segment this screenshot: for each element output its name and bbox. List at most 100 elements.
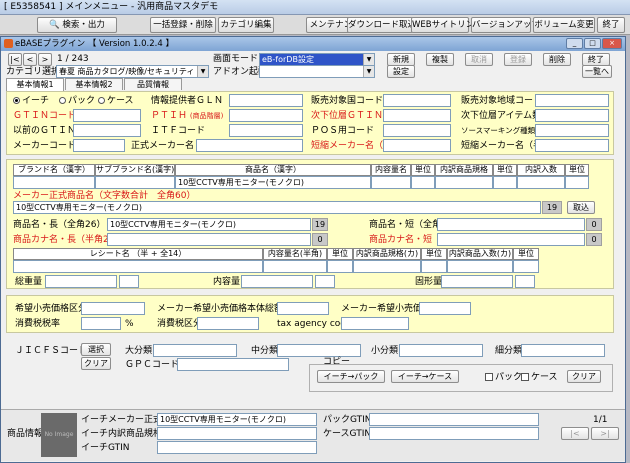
major-class-field[interactable] bbox=[153, 344, 237, 357]
content-weight-field[interactable] bbox=[241, 275, 313, 288]
receipt-name-field[interactable] bbox=[13, 260, 263, 273]
prev-record-button[interactable]: < bbox=[23, 53, 37, 66]
each-to-case-button[interactable]: イーチ→ケース bbox=[391, 370, 459, 383]
pos-code-field[interactable] bbox=[383, 124, 451, 137]
jicfs-select-button[interactable]: 選択 bbox=[81, 343, 111, 356]
register-button[interactable]: 登録 bbox=[504, 53, 532, 66]
itf-code-field[interactable] bbox=[229, 124, 303, 137]
retail-class-field[interactable] bbox=[81, 302, 145, 315]
maker-official-field[interactable] bbox=[196, 139, 303, 152]
category-edit-button[interactable]: カテゴリ編集 bbox=[218, 17, 274, 33]
radio-pack[interactable]: パック bbox=[59, 97, 95, 106]
pos-code-label: ＰＯＳ用コード bbox=[311, 126, 375, 136]
tax-rate-field[interactable] bbox=[81, 317, 121, 330]
unit-field-1[interactable] bbox=[411, 176, 435, 189]
footer-prev-button[interactable]: |< bbox=[561, 427, 589, 440]
lower-items-field[interactable] bbox=[535, 109, 609, 122]
addon-select[interactable]: ▼ bbox=[259, 65, 375, 78]
receipt-content-field[interactable] bbox=[263, 260, 327, 273]
sub-brand-field[interactable] bbox=[95, 176, 175, 189]
exit-button[interactable]: 終了 bbox=[597, 17, 625, 33]
category-select[interactable]: 春夏 商品カタログ/映像/セキュリティ ▼ bbox=[56, 65, 209, 78]
download-import-button[interactable]: ダウンロード取込 bbox=[347, 17, 416, 33]
receipt-unit-field-2[interactable] bbox=[421, 260, 447, 273]
middle-class-field[interactable] bbox=[277, 344, 361, 357]
previous-gtin-field[interactable] bbox=[73, 124, 141, 137]
product-name-field[interactable]: 10型CCTV専用モニター(モノクロ) bbox=[175, 176, 371, 189]
receipt-unit-field-1[interactable] bbox=[327, 260, 353, 273]
close-window-button[interactable]: × bbox=[602, 38, 622, 49]
maker-short-field[interactable] bbox=[383, 139, 451, 152]
provider-gln-field[interactable] bbox=[229, 94, 303, 107]
maker-code-field[interactable] bbox=[73, 139, 125, 152]
solids-field[interactable] bbox=[441, 275, 513, 288]
next-record-button[interactable]: > bbox=[38, 53, 52, 66]
bulk-register-button[interactable]: 一括登録・削除 bbox=[150, 17, 216, 33]
version-up-button[interactable]: バージョンアップ bbox=[471, 17, 540, 33]
sales-region-field[interactable] bbox=[535, 94, 609, 107]
percent-label: % bbox=[125, 319, 134, 329]
minor-class-field[interactable] bbox=[399, 344, 483, 357]
to-list-button[interactable]: 一覧へ bbox=[582, 65, 612, 78]
jicfs-clear-button[interactable]: クリア bbox=[81, 357, 111, 370]
radio-each[interactable]: イーチ bbox=[13, 97, 49, 106]
gtin-code-field[interactable] bbox=[73, 109, 141, 122]
kana-short-field[interactable] bbox=[437, 233, 585, 246]
receipt-unit-field-3[interactable] bbox=[513, 260, 539, 273]
search-output-button[interactable]: 🔍 検索・出力 bbox=[37, 17, 117, 33]
tab-basic-info-1[interactable]: 基本情報1 bbox=[6, 78, 64, 91]
content-name-field[interactable] bbox=[371, 176, 411, 189]
gpc-code-field[interactable] bbox=[177, 358, 289, 371]
kana-long-field[interactable] bbox=[107, 233, 311, 246]
unit-field-2[interactable] bbox=[493, 176, 517, 189]
maker-price-field[interactable] bbox=[419, 302, 471, 315]
delete-button[interactable]: 削除 bbox=[543, 53, 571, 66]
first-record-button[interactable]: |< bbox=[8, 53, 22, 66]
cancel-button[interactable]: 取消 bbox=[465, 53, 493, 66]
receipt-count-field[interactable] bbox=[447, 260, 513, 273]
name-long-field[interactable]: 10型CCTV専用モニター(モノクロ) bbox=[107, 218, 311, 231]
each-to-pack-button[interactable]: イーチ→パック bbox=[317, 370, 385, 383]
tab-basic-info-2[interactable]: 基本情報2 bbox=[65, 78, 123, 90]
solids-unit[interactable] bbox=[515, 275, 535, 288]
volume-change-button[interactable]: ボリューム変更 bbox=[533, 17, 595, 33]
web-link-button[interactable]: WEBサイトリンク bbox=[411, 17, 483, 33]
maker-official-name-field[interactable]: 10型CCTV専用モニター(モノクロ) bbox=[13, 201, 541, 214]
brand-name-field[interactable] bbox=[13, 176, 95, 189]
main-toolbar: 🔍 検索・出力 一括登録・削除 カテゴリ編集 メンテナンス ダウンロード取込 W… bbox=[0, 15, 630, 35]
sales-country-field[interactable] bbox=[383, 94, 451, 107]
footer-next-button[interactable]: >| bbox=[591, 427, 619, 440]
minimize-button[interactable]: _ bbox=[566, 38, 583, 49]
receipt-spec-field[interactable] bbox=[353, 260, 421, 273]
tax-class-field[interactable] bbox=[197, 317, 259, 330]
copy-button[interactable]: 複製 bbox=[426, 53, 454, 66]
maker-price-excl-field[interactable] bbox=[277, 302, 329, 315]
maximize-button[interactable]: □ bbox=[584, 38, 601, 49]
total-weight-field[interactable] bbox=[45, 275, 117, 288]
import-button[interactable]: 取込 bbox=[567, 201, 595, 214]
breakdown-count-field[interactable] bbox=[517, 176, 565, 189]
copy-case-label: ケース bbox=[531, 372, 558, 383]
source-marking-field[interactable] bbox=[535, 124, 609, 137]
gpc-code-label: ＧＰＣコード bbox=[125, 360, 180, 370]
ptih-field[interactable] bbox=[229, 109, 303, 122]
receipt-name-header: レシート名 （半 + 全14） bbox=[13, 248, 263, 260]
name-short-field[interactable] bbox=[437, 218, 585, 231]
tab-quality-info[interactable]: 品質情報 bbox=[124, 78, 182, 90]
product-info-label: 商品情報 bbox=[7, 429, 44, 439]
lower-gtin-field[interactable] bbox=[383, 109, 451, 122]
tax-agency-field[interactable] bbox=[341, 317, 409, 330]
maker-short-half-field[interactable] bbox=[535, 139, 609, 152]
ptih-label: ＰＴＩＨ (商品階層) bbox=[151, 112, 223, 121]
radio-case[interactable]: ケース bbox=[98, 97, 134, 106]
plugin-title: eBASEプラグイン 【 Version 1.0.2.4 】 bbox=[15, 39, 174, 49]
total-weight-unit[interactable] bbox=[119, 275, 139, 288]
copy-case-checkbox[interactable]: ケース bbox=[521, 373, 558, 383]
detail-class-field[interactable] bbox=[521, 344, 605, 357]
content-weight-unit[interactable] bbox=[315, 275, 335, 288]
copy-pack-checkbox[interactable]: パック bbox=[485, 373, 522, 383]
unit-field-3[interactable] bbox=[565, 176, 589, 189]
copy-clear-button[interactable]: クリア bbox=[567, 370, 601, 383]
settings-button[interactable]: 設定 bbox=[387, 65, 415, 78]
breakdown-spec-field[interactable] bbox=[435, 176, 493, 189]
